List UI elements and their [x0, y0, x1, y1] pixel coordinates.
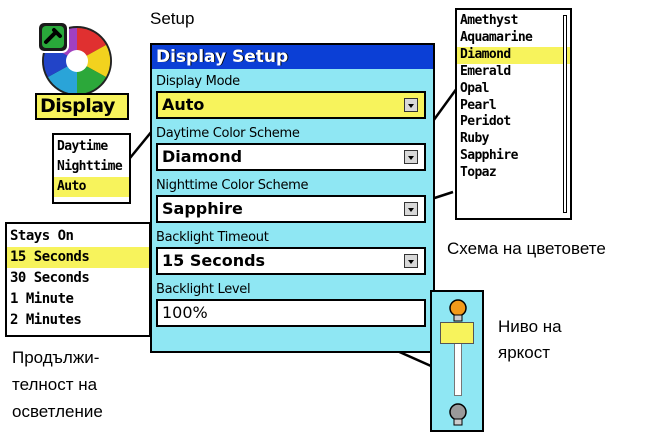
nighttime-scheme-field[interactable]: Sapphire: [156, 195, 426, 223]
scheme-option[interactable]: Ruby: [457, 131, 570, 148]
display-settings-icon[interactable]: [36, 20, 114, 98]
scheme-option-selected[interactable]: Diamond: [457, 46, 570, 64]
setup-caption: Setup: [150, 9, 195, 28]
display-mode-popup: Daytime Nighttime Auto: [52, 133, 131, 204]
scheme-option[interactable]: Emerald: [457, 64, 570, 81]
brightness-caption-line1: Ниво на: [498, 317, 562, 336]
chevron-down-icon[interactable]: [404, 254, 418, 268]
timeout-option[interactable]: 2 Minutes: [7, 310, 149, 331]
color-scheme-popup: Amethyst Aquamarine Diamond Emerald Opal…: [455, 8, 572, 220]
brightness-caption-line2: яркост: [498, 343, 551, 362]
backlight-level-slider[interactable]: [430, 290, 484, 432]
backlight-timeout-popup: Stays On 15 Seconds 30 Seconds 1 Minute …: [5, 222, 151, 337]
timeout-option[interactable]: Stays On: [7, 226, 149, 247]
chevron-down-icon[interactable]: [404, 202, 418, 216]
timeout-option[interactable]: 1 Minute: [7, 289, 149, 310]
scheme-option[interactable]: Peridot: [457, 114, 570, 131]
duration-caption-line2: телност на: [12, 375, 98, 394]
nighttime-scheme-label: Nighttime Color Scheme: [156, 178, 309, 193]
duration-caption-line1: Продължи-: [12, 348, 100, 367]
mode-option-daytime[interactable]: Daytime: [54, 137, 129, 157]
backlight-level-field[interactable]: 100%: [156, 299, 426, 327]
timeout-option[interactable]: 30 Seconds: [7, 268, 149, 289]
color-scheme-caption: Схема на цветовете: [447, 239, 606, 258]
dim-bulb-icon: [449, 403, 467, 426]
display-mode-label: Display Mode: [156, 74, 240, 89]
scheme-option[interactable]: Amethyst: [457, 13, 570, 30]
scheme-option[interactable]: Pearl: [457, 98, 570, 115]
display-app-label: Display: [35, 93, 129, 120]
scheme-option[interactable]: Sapphire: [457, 148, 570, 165]
mode-option-nighttime[interactable]: Nighttime: [54, 157, 129, 177]
chevron-down-icon[interactable]: [404, 150, 418, 164]
mode-option-auto[interactable]: Auto: [54, 177, 129, 197]
display-setup-screen: Display Setup Display Mode Auto Daytime …: [150, 43, 435, 353]
timeout-option-selected[interactable]: 15 Seconds: [7, 247, 149, 268]
slider-handle[interactable]: [440, 322, 474, 344]
daytime-scheme-label: Daytime Color Scheme: [156, 126, 300, 141]
nighttime-scheme-value: Sapphire: [162, 199, 243, 218]
bright-bulb-icon: [449, 299, 467, 322]
backlight-timeout-value: 15 Seconds: [162, 251, 266, 270]
display-mode-field[interactable]: Auto: [156, 91, 426, 119]
duration-caption-line3: осветление: [12, 402, 103, 421]
backlight-timeout-field[interactable]: 15 Seconds: [156, 247, 426, 275]
scheme-option[interactable]: Topaz: [457, 165, 570, 182]
chevron-down-icon[interactable]: [404, 98, 418, 112]
backlight-level-value: 100%: [162, 303, 208, 322]
daytime-scheme-field[interactable]: Diamond: [156, 143, 426, 171]
daytime-scheme-value: Diamond: [162, 147, 243, 166]
scheme-option[interactable]: Aquamarine: [457, 30, 570, 47]
screen-title: Display Setup: [152, 45, 433, 69]
backlight-level-label: Backlight Level: [156, 282, 251, 297]
scheme-option[interactable]: Opal: [457, 81, 570, 98]
scheme-scrollbar[interactable]: [563, 15, 567, 213]
display-mode-value: Auto: [162, 95, 205, 114]
backlight-timeout-label: Backlight Timeout: [156, 230, 269, 245]
